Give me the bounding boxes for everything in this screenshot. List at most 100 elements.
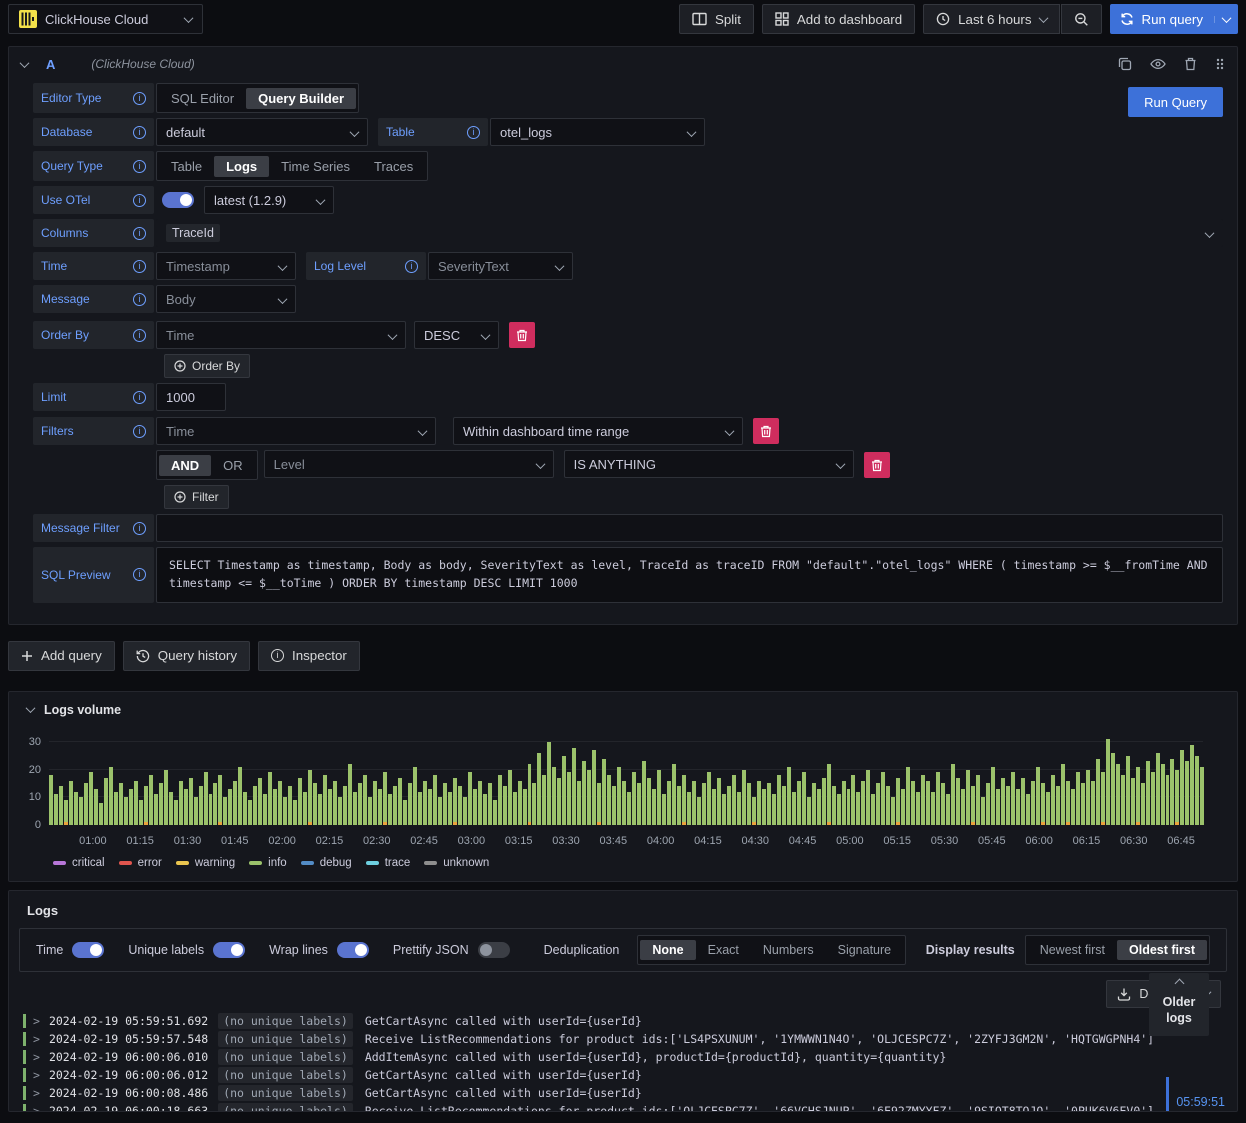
volume-bar[interactable] bbox=[228, 788, 233, 825]
volume-bar[interactable] bbox=[353, 791, 358, 825]
unique-labels-toggle[interactable] bbox=[213, 941, 246, 958]
volume-bar[interactable] bbox=[607, 775, 612, 825]
volume-bar[interactable] bbox=[502, 786, 507, 825]
volume-bar[interactable] bbox=[926, 780, 931, 825]
remove-order-by-button[interactable] bbox=[509, 322, 535, 348]
info-icon[interactable] bbox=[133, 193, 146, 207]
volume-bar[interactable] bbox=[512, 791, 517, 825]
volume-bar[interactable] bbox=[293, 799, 298, 825]
volume-bar[interactable] bbox=[1165, 775, 1170, 825]
volume-bar[interactable] bbox=[652, 788, 657, 825]
volume-bar[interactable] bbox=[562, 755, 567, 825]
volume-bar[interactable] bbox=[542, 775, 547, 825]
columns-multiselect[interactable]: TraceId bbox=[156, 219, 1223, 247]
info-icon[interactable] bbox=[133, 125, 146, 139]
volume-bar[interactable] bbox=[173, 799, 178, 825]
add-query-button[interactable]: Add query bbox=[8, 640, 115, 671]
volume-bar[interactable] bbox=[407, 783, 412, 825]
volume-bar[interactable] bbox=[617, 766, 622, 825]
volume-bar[interactable] bbox=[761, 788, 766, 825]
filter-field-select[interactable]: Time bbox=[156, 417, 436, 445]
query-type-traces[interactable]: Traces bbox=[362, 156, 425, 177]
volume-bar[interactable] bbox=[343, 786, 348, 825]
info-icon[interactable] bbox=[133, 159, 146, 173]
volume-bar[interactable] bbox=[1175, 769, 1180, 825]
volume-bar[interactable] bbox=[1075, 772, 1080, 825]
volume-bar[interactable] bbox=[1010, 772, 1015, 825]
volume-bar[interactable] bbox=[1115, 764, 1120, 825]
volume-bar[interactable] bbox=[816, 788, 821, 825]
volume-bar[interactable] bbox=[841, 780, 846, 825]
volume-bar[interactable] bbox=[1155, 753, 1160, 825]
volume-bar[interactable] bbox=[936, 772, 941, 825]
volume-bar[interactable] bbox=[587, 769, 592, 825]
volume-bar[interactable] bbox=[806, 797, 811, 825]
volume-bar[interactable] bbox=[1055, 786, 1060, 825]
volume-bar[interactable] bbox=[83, 783, 88, 825]
filter-condition-select[interactable]: IS ANYTHING bbox=[563, 450, 854, 478]
volume-bar[interactable] bbox=[432, 775, 437, 825]
volume-bar[interactable] bbox=[632, 772, 637, 825]
info-icon[interactable] bbox=[133, 226, 146, 240]
remove-filter-condition-button[interactable] bbox=[863, 452, 890, 478]
volume-bar[interactable] bbox=[711, 788, 716, 825]
volume-bar[interactable] bbox=[1050, 775, 1055, 825]
volume-bar[interactable] bbox=[1025, 794, 1030, 825]
volume-bar[interactable] bbox=[447, 791, 452, 825]
legend-item-error[interactable]: error bbox=[118, 857, 162, 869]
dedup-none[interactable]: None bbox=[640, 939, 696, 960]
volume-bar[interactable] bbox=[168, 791, 173, 825]
column-chip[interactable]: TraceId bbox=[166, 224, 220, 242]
volume-bar[interactable] bbox=[821, 777, 826, 825]
volume-bar[interactable] bbox=[527, 764, 532, 825]
volume-bar[interactable] bbox=[756, 780, 761, 825]
volume-bar[interactable] bbox=[437, 797, 442, 825]
volume-bar[interactable] bbox=[736, 791, 741, 825]
volume-bar[interactable] bbox=[637, 783, 642, 825]
volume-bar[interactable] bbox=[696, 797, 701, 825]
volume-bar[interactable] bbox=[193, 797, 198, 825]
volume-bar[interactable] bbox=[372, 780, 377, 825]
volume-bar[interactable] bbox=[701, 783, 706, 825]
volume-bar[interactable] bbox=[1180, 750, 1185, 825]
volume-bar[interactable] bbox=[1130, 777, 1135, 825]
volume-bar[interactable] bbox=[871, 794, 876, 825]
volume-bar[interactable] bbox=[961, 788, 966, 825]
volume-bar[interactable] bbox=[552, 766, 557, 825]
time-toggle[interactable] bbox=[72, 941, 105, 958]
volume-bar[interactable] bbox=[1110, 753, 1115, 825]
volume-bar[interactable] bbox=[402, 799, 407, 825]
volume-bar[interactable] bbox=[592, 750, 597, 825]
time-column-select[interactable]: Timestamp bbox=[156, 252, 296, 280]
volume-bar[interactable] bbox=[98, 802, 103, 825]
volume-bar[interactable] bbox=[382, 772, 387, 825]
volume-bar[interactable] bbox=[647, 777, 652, 825]
volume-bar[interactable] bbox=[358, 783, 363, 825]
volume-bar[interactable] bbox=[63, 799, 68, 825]
volume-bar[interactable] bbox=[422, 780, 427, 825]
volume-bar[interactable] bbox=[93, 788, 98, 825]
legend-item-warning[interactable]: warning bbox=[175, 857, 235, 869]
volume-bar[interactable] bbox=[801, 772, 806, 825]
volume-bar[interactable] bbox=[572, 747, 577, 825]
log-navigation-marker[interactable]: 05:59:51 bbox=[1166, 1076, 1225, 1111]
info-icon[interactable] bbox=[133, 91, 146, 105]
log-row[interactable]: >2024-02-19 06:00:06.010 (no unique label… bbox=[23, 1048, 1237, 1066]
volume-bar[interactable] bbox=[657, 769, 662, 825]
drag-handle-icon[interactable] bbox=[1215, 57, 1225, 71]
run-query-caret[interactable] bbox=[1214, 12, 1238, 23]
volume-bar[interactable] bbox=[1015, 788, 1020, 825]
editor-type-sql-editor[interactable]: SQL Editor bbox=[159, 88, 246, 109]
volume-bar[interactable] bbox=[1040, 783, 1045, 825]
log-row[interactable]: >2024-02-19 06:00:06.012 (no unique label… bbox=[23, 1066, 1237, 1084]
volume-bar[interactable] bbox=[966, 769, 971, 825]
legend-item-debug[interactable]: debug bbox=[300, 857, 352, 869]
query-type-logs[interactable]: Logs bbox=[214, 155, 270, 177]
volume-bar[interactable] bbox=[846, 788, 851, 825]
volume-bar[interactable] bbox=[856, 791, 861, 825]
volume-bar[interactable] bbox=[1065, 780, 1070, 825]
add-filter-button[interactable]: Filter bbox=[164, 485, 229, 509]
volume-bar[interactable] bbox=[467, 772, 472, 825]
volume-bar[interactable] bbox=[951, 764, 956, 825]
split-button[interactable]: Split bbox=[678, 4, 754, 34]
